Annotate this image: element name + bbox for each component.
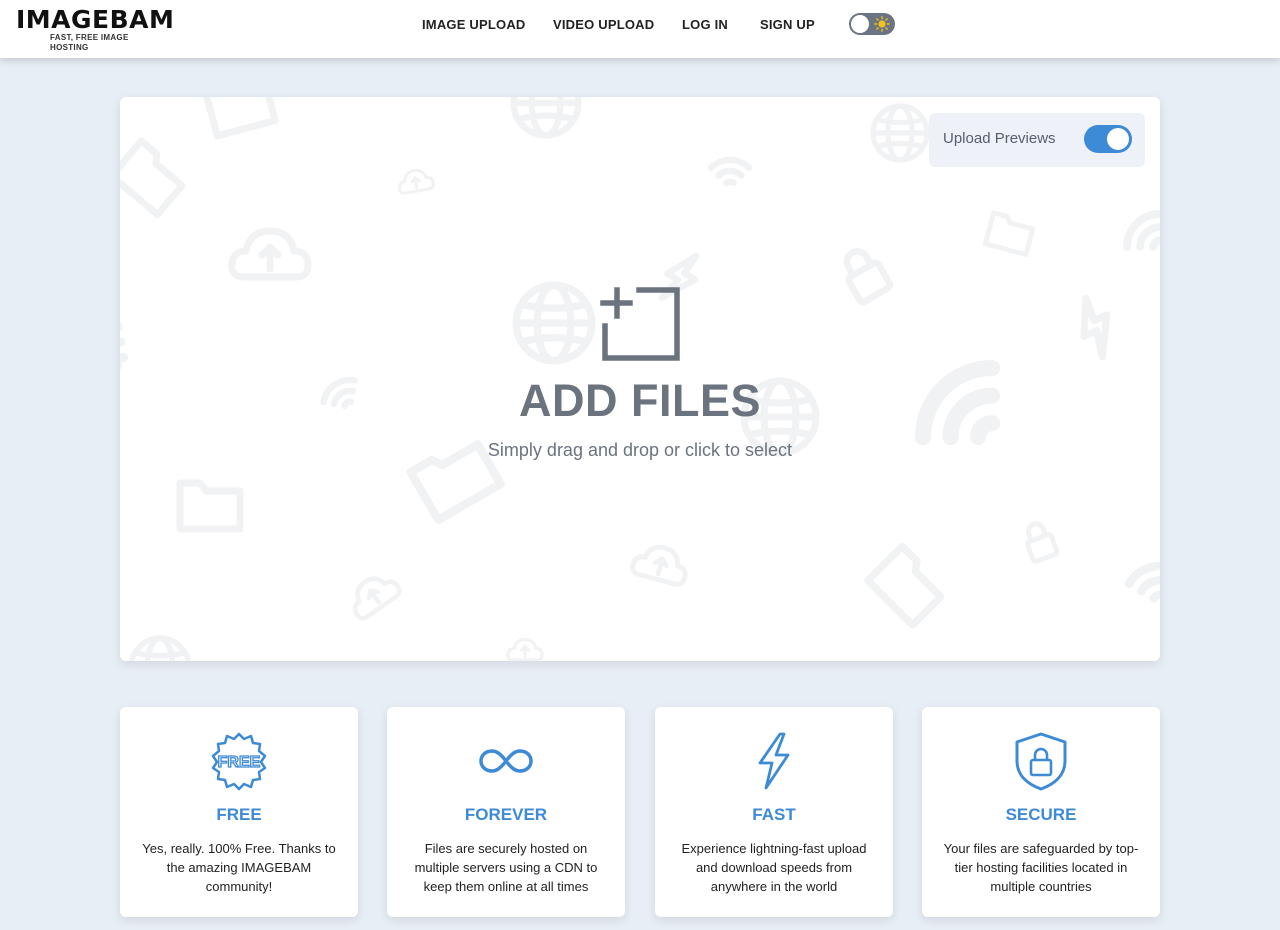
site-header: IMAGEBAM FAST, FREE IMAGE HOSTING IMAGE … <box>0 0 1280 58</box>
sun-icon <box>874 16 890 32</box>
nav-sign-up[interactable]: SIGN UP <box>760 17 815 32</box>
nav-log-in[interactable]: LOG IN <box>682 17 728 32</box>
feature-card-free: FREE FREE Yes, really. 100% Free. Thanks… <box>120 707 358 917</box>
feature-title: FAST <box>752 805 796 824</box>
feature-title: FOREVER <box>464 805 548 824</box>
free-badge-icon: FREE <box>211 732 267 791</box>
upload-previews-panel: Upload Previews <box>929 113 1145 167</box>
shield-lock-icon <box>1015 732 1067 791</box>
feature-card-fast: FAST Experience lightning-fast upload an… <box>655 707 893 917</box>
nav-video-upload[interactable]: VIDEO UPLOAD <box>553 17 654 32</box>
nav-image-upload[interactable]: IMAGE UPLOAD <box>422 17 526 32</box>
feature-text: Files are securely hosted on multiple se… <box>414 841 598 894</box>
theme-toggle-knob <box>851 15 869 33</box>
logo-wordmark: IMAGEBAM <box>16 5 175 34</box>
feature-card-secure: SECURE Your files are safeguarded by top… <box>922 707 1160 917</box>
free-badge-text: FREE <box>218 754 261 771</box>
feature-title: FREE <box>216 805 262 824</box>
feature-text: Your files are safeguarded by top-tier h… <box>943 841 1139 894</box>
site-logo[interactable]: IMAGEBAM FAST, FREE IMAGE HOSTING <box>16 5 175 53</box>
infinity-icon <box>479 749 533 773</box>
theme-toggle[interactable] <box>849 13 895 35</box>
lightning-icon <box>758 732 790 790</box>
add-files-title: ADD FILES <box>518 375 761 426</box>
feature-text: Yes, really. 100% Free. Thanks to the am… <box>142 841 336 894</box>
toggle-knob <box>1107 128 1129 150</box>
upload-dropzone[interactable]: Upload Previews ADD FILES Simply drag an… <box>120 97 1160 661</box>
feature-card-forever: FOREVER Files are securely hosted on mul… <box>387 707 625 917</box>
upload-previews-label: Upload Previews <box>943 130 1056 147</box>
feature-title: SECURE <box>1005 805 1077 824</box>
logo-tagline: FAST, FREE IMAGE HOSTING <box>50 33 129 52</box>
upload-previews-toggle[interactable] <box>1084 125 1132 153</box>
add-files-icon <box>600 287 680 361</box>
feature-text: Experience lightning-fast upload and dow… <box>681 841 867 894</box>
add-files-subtitle: Simply drag and drop or click to select <box>487 440 793 460</box>
